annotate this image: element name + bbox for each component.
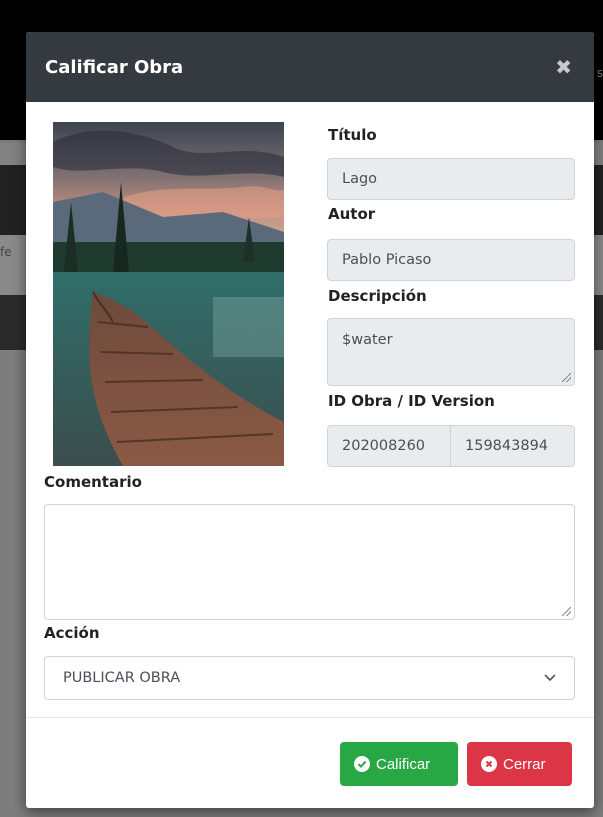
resize-grip-icon[interactable] bbox=[562, 373, 571, 382]
descripcion-label: Descripción bbox=[328, 287, 427, 305]
autor-label: Autor bbox=[328, 205, 376, 223]
modal-footer: Calificar Cerrar bbox=[26, 717, 594, 808]
artwork-illustration bbox=[53, 122, 284, 466]
autor-field[interactable]: Pablo Picaso bbox=[327, 239, 575, 281]
cerrar-button[interactable]: Cerrar bbox=[467, 742, 572, 786]
calificar-obra-modal: Calificar Obra ✖ Título Lago Autor Pablo… bbox=[26, 32, 594, 808]
comentario-label: Comentario bbox=[44, 473, 142, 491]
titulo-field[interactable]: Lago bbox=[327, 158, 575, 200]
descripcion-field[interactable]: $water bbox=[327, 318, 575, 386]
resize-grip-icon[interactable] bbox=[562, 607, 571, 616]
calificar-button-label: Calificar bbox=[376, 755, 431, 773]
id-version-field[interactable]: 159843894 bbox=[450, 425, 575, 467]
chevron-down-icon bbox=[544, 674, 556, 682]
background-text-fragment: s bbox=[596, 66, 603, 80]
titulo-label: Título bbox=[328, 126, 377, 144]
check-circle-icon bbox=[354, 756, 370, 772]
close-icon[interactable]: ✖ bbox=[555, 57, 572, 77]
times-circle-icon bbox=[481, 756, 497, 772]
id-obra-field[interactable]: 202008260 bbox=[327, 425, 451, 467]
calificar-button[interactable]: Calificar bbox=[340, 742, 458, 786]
background-text-fragment: fe bbox=[0, 245, 12, 259]
modal-title: Calificar Obra bbox=[45, 56, 184, 78]
modal-header: Calificar Obra ✖ bbox=[26, 32, 594, 102]
comentario-textarea[interactable] bbox=[44, 504, 575, 620]
descripcion-value: $water bbox=[342, 332, 393, 348]
artwork-image bbox=[53, 122, 284, 466]
accion-select[interactable]: PUBLICAR OBRA bbox=[44, 656, 575, 700]
cerrar-button-label: Cerrar bbox=[503, 755, 546, 773]
id-obra-version-label: ID Obra / ID Version bbox=[328, 392, 495, 410]
accion-label: Acción bbox=[44, 624, 100, 642]
modal-body: Título Lago Autor Pablo Picaso Descripci… bbox=[26, 102, 594, 717]
accion-selected-value: PUBLICAR OBRA bbox=[63, 670, 181, 686]
